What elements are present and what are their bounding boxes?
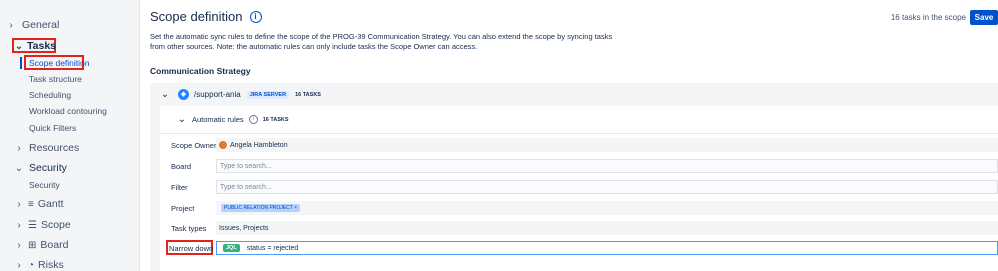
narrow-down-value: status = rejected <box>246 244 299 252</box>
sidebar-item-security-sub[interactable]: Security <box>29 180 60 190</box>
sidebar-item-label: Board <box>40 239 69 251</box>
narrow-down-field[interactable]: JQL status = rejected <box>216 241 998 255</box>
sidebar-item-scheduling[interactable]: Scheduling <box>29 90 71 100</box>
board-row: Board Type to search... <box>160 157 998 175</box>
sidebar-item-label: General <box>22 19 60 31</box>
chevron-right-icon: › <box>17 142 21 154</box>
scope-owner-field[interactable]: Angela Hambleton <box>216 138 998 152</box>
filter-label: Filter <box>171 182 188 192</box>
sidebar-item-general[interactable]: › General <box>6 19 59 31</box>
sidebar-item-risks[interactable]: › ◔ Risks <box>14 259 64 271</box>
sidebar-item-tasks[interactable]: ⌄ Tasks <box>14 40 56 52</box>
task-types-field[interactable]: Issues, Projects <box>216 221 998 235</box>
project-row: Project PUBLIC RELATION PROJECT × <box>160 199 998 217</box>
filter-row: Filter Type to search... <box>160 178 998 196</box>
task-types-label: Task types <box>171 223 207 233</box>
jira-icon: ◆ <box>178 89 189 100</box>
sidebar-item-label: Tasks <box>27 40 56 52</box>
automatic-rules-label: Automatic rules <box>192 115 244 124</box>
source-card: ⌄ ◆ /support-ania JIRA SERVER 16 TASKS ⌄… <box>150 83 998 271</box>
project-field[interactable]: PUBLIC RELATION PROJECT × <box>216 201 998 215</box>
scope-owner-value: Angela Hambleton <box>230 141 288 149</box>
save-button[interactable]: Save <box>970 10 998 25</box>
section-title: Communication Strategy <box>150 66 251 76</box>
chevron-right-icon: › <box>17 239 21 251</box>
main-content: Scope definition i 16 tasks in the scope… <box>139 0 998 271</box>
sidebar-item-gantt[interactable]: › ≡ Gantt <box>14 198 64 210</box>
chevron-right-icon: › <box>9 19 13 31</box>
chevron-right-icon: › <box>17 219 21 231</box>
board-input[interactable]: Type to search... <box>216 159 998 173</box>
sidebar-item-label: Scope <box>40 219 71 231</box>
sidebar-item-label: Risks <box>38 259 64 271</box>
narrow-down-row: Narrow down JQL status = rejected <box>160 239 998 257</box>
rules-panel: ⌄ Automatic rules i 16 TASKS Scope Owner… <box>160 106 998 271</box>
sidebar-item-workload-contouring[interactable]: Workload contouring <box>29 106 107 116</box>
sidebar-item-scope[interactable]: › ☰ Scope <box>14 219 71 231</box>
sidebar-item-label: Resources <box>29 142 80 154</box>
sidebar-item-resources[interactable]: › Resources <box>14 142 79 154</box>
risk-icon: ◔ <box>28 259 35 271</box>
active-indicator <box>20 57 22 69</box>
chevron-down-icon: ⌄ <box>14 162 24 174</box>
description: Set the automatic sync rules to define t… <box>150 32 613 51</box>
sidebar-item-label: Security <box>29 162 67 174</box>
chevron-right-icon: › <box>17 259 21 271</box>
board-label: Board <box>171 161 192 171</box>
chevron-down-icon[interactable]: ⌄ <box>177 114 187 125</box>
sidebar-item-quick-filters[interactable]: Quick Filters <box>29 123 76 133</box>
sidebar-item-scope-definition[interactable]: Scope definition <box>29 58 90 68</box>
chevron-down-icon[interactable]: ⌄ <box>160 89 170 100</box>
info-icon[interactable]: i <box>249 10 262 23</box>
sidebar: › General ⌄ Tasks Scope definition Task … <box>0 0 140 271</box>
sidebar-item-board[interactable]: › ⊞ Board <box>14 239 68 251</box>
chevron-down-icon: ⌄ <box>14 40 24 52</box>
filter-input[interactable]: Type to search... <box>216 180 998 194</box>
page-title: Scope definition <box>150 9 243 24</box>
automatic-rules-header[interactable]: ⌄ Automatic rules i 16 TASKS <box>177 114 289 125</box>
chevron-right-icon: › <box>17 198 21 210</box>
narrow-down-label: Narrow down <box>169 243 214 253</box>
scope-owner-row: Scope Owner Angela Hambleton <box>160 136 998 154</box>
task-types-row: Task types Issues, Projects <box>160 219 998 237</box>
list-icon: ☰ <box>28 219 37 231</box>
sidebar-item-task-structure[interactable]: Task structure <box>29 74 82 84</box>
avatar <box>219 141 227 149</box>
rules-count: 16 TASKS <box>262 116 289 123</box>
divider <box>160 133 998 134</box>
source-header[interactable]: ⌄ ◆ /support-ania JIRA SERVER 16 TASKS <box>160 89 321 100</box>
tasks-in-scope: 16 tasks in the scope <box>890 13 966 22</box>
source-count: 16 TASKS <box>295 91 321 98</box>
jql-tag: JQL <box>223 244 240 252</box>
menu-lines-icon: ≡ <box>28 198 34 210</box>
board-icon: ⊞ <box>28 239 37 251</box>
sidebar-item-security[interactable]: ⌄ Security <box>14 162 67 174</box>
source-path: /support-ania <box>194 90 241 99</box>
server-tag: JIRA SERVER <box>246 90 290 99</box>
sidebar-item-label: Gantt <box>37 198 64 210</box>
scope-owner-label: Scope Owner <box>171 140 217 150</box>
page-title-row: Scope definition i <box>150 9 262 24</box>
project-tag[interactable]: PUBLIC RELATION PROJECT × <box>221 204 301 212</box>
info-icon[interactable]: i <box>248 115 258 124</box>
project-label: Project <box>171 203 195 213</box>
